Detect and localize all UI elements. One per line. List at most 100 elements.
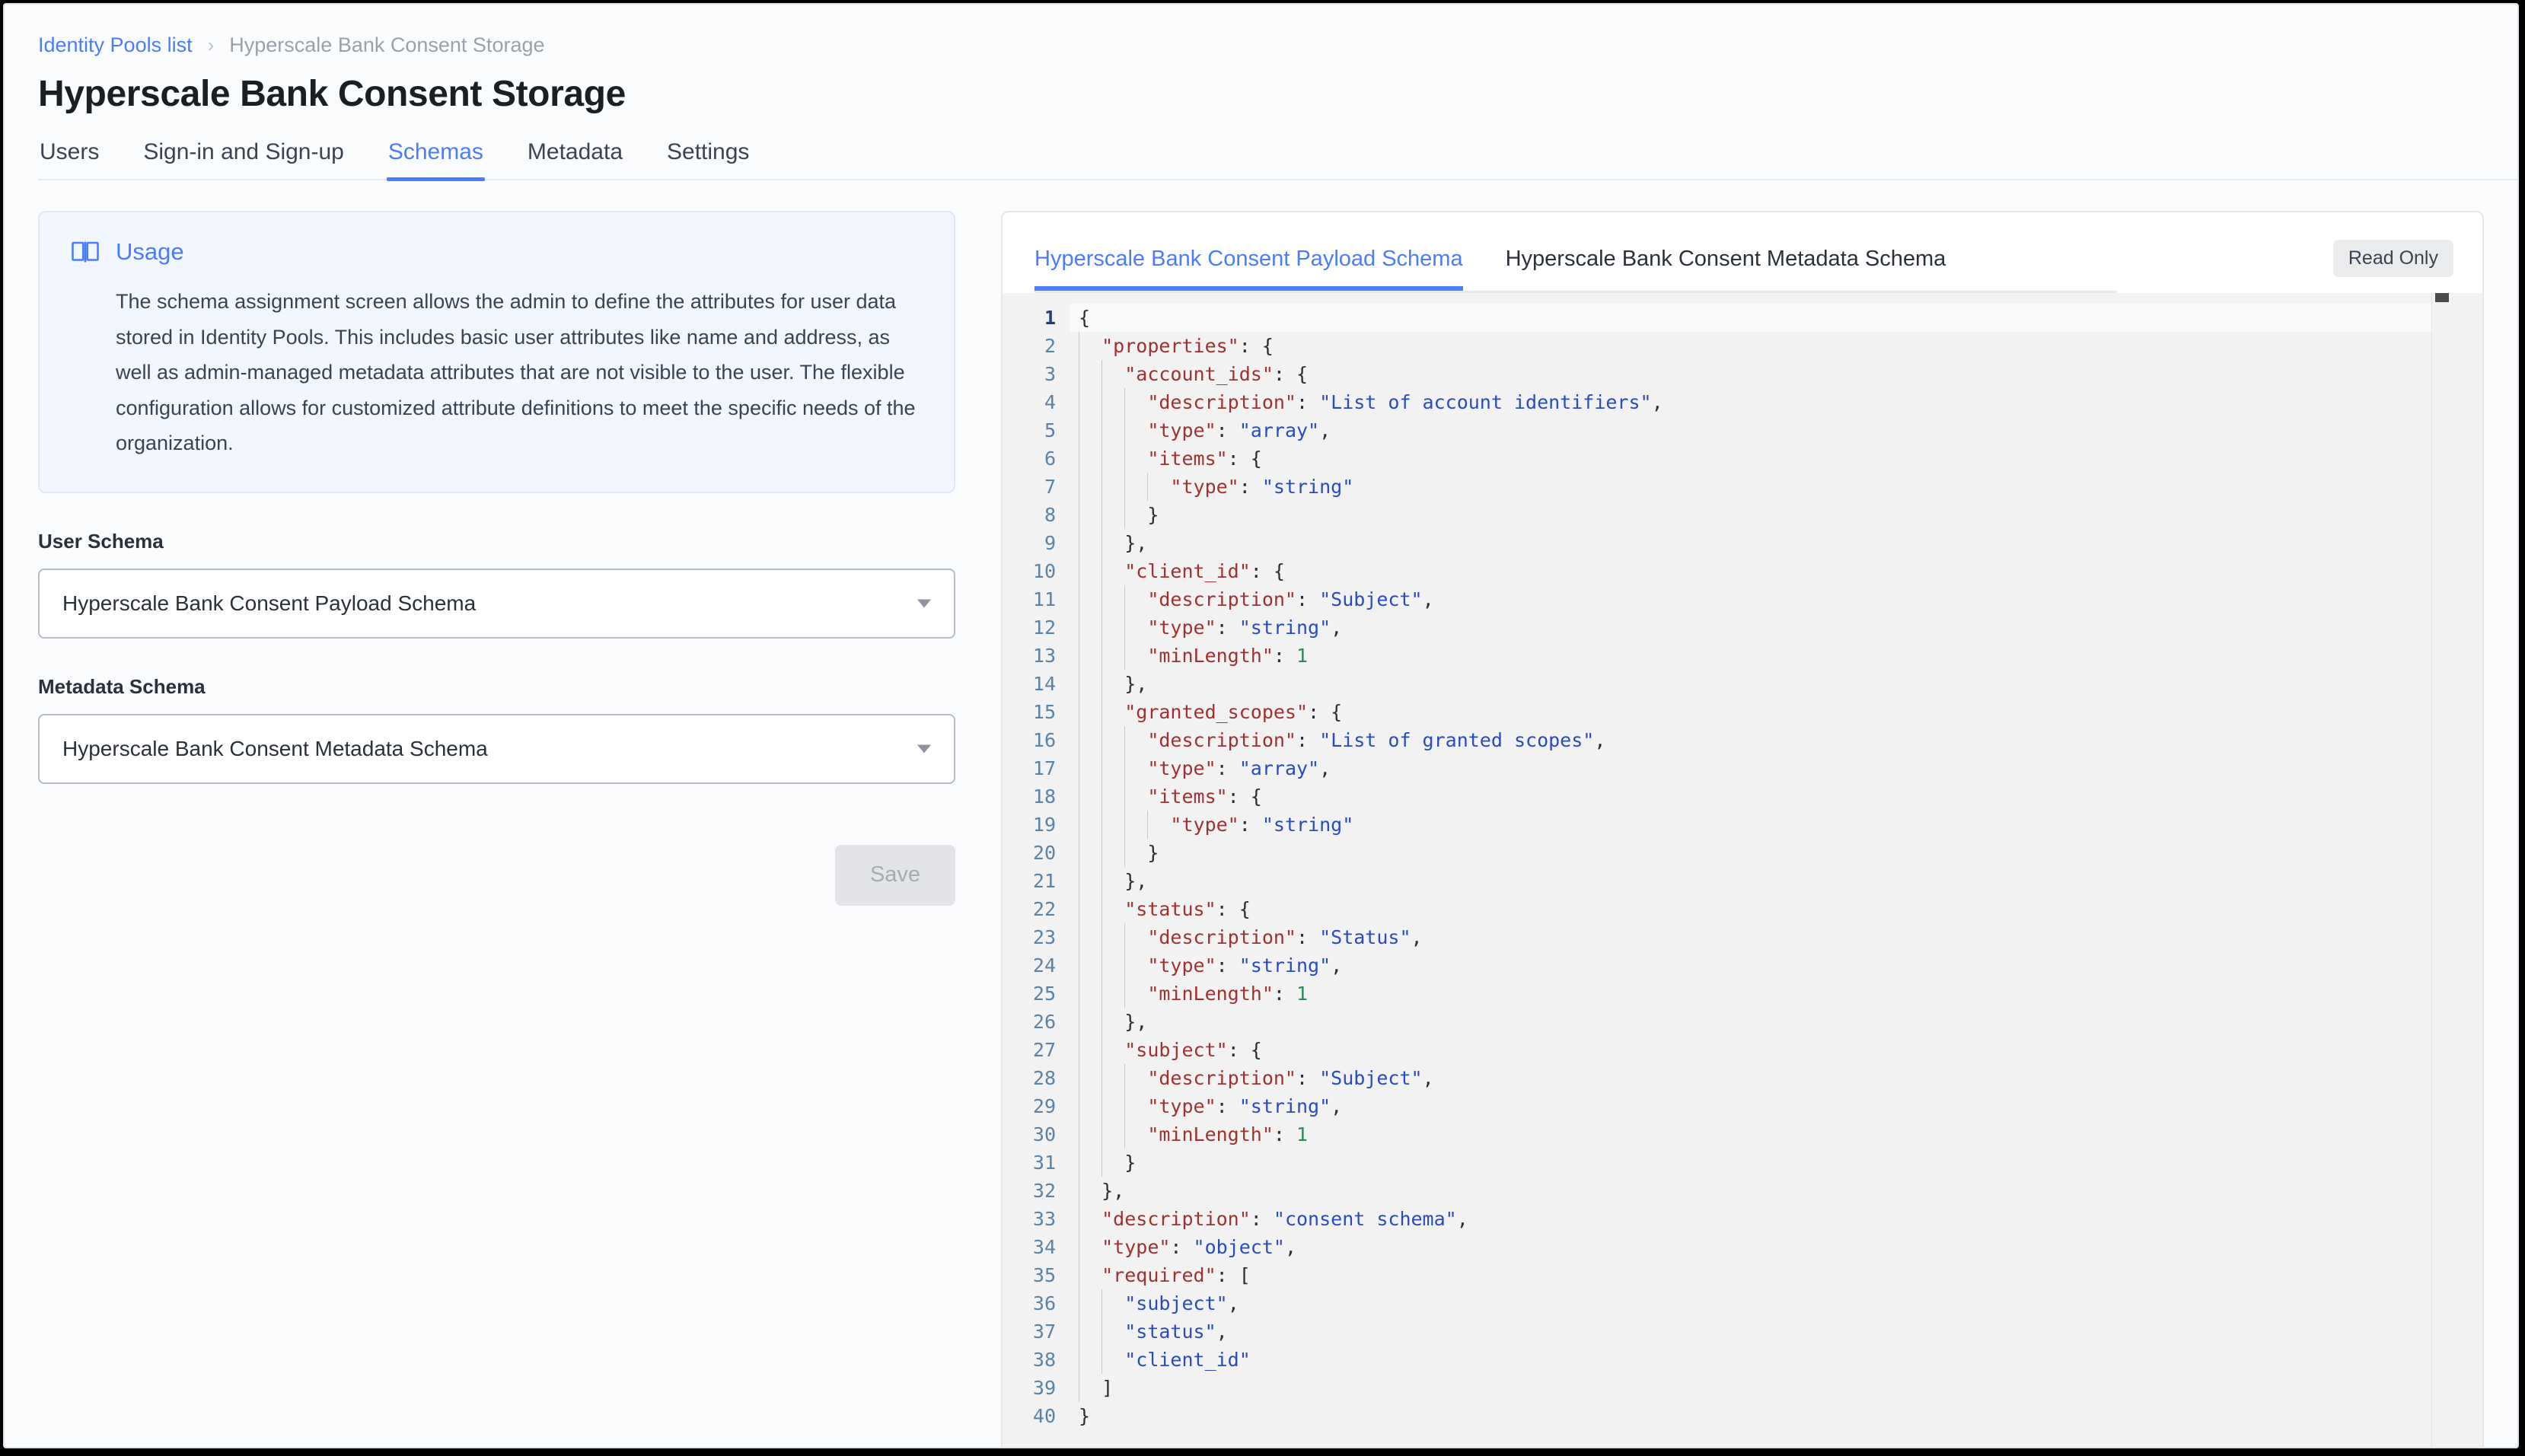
page-header: Identity Pools list › Hyperscale Bank Co… [5, 5, 2517, 182]
page-title: Hyperscale Bank Consent Storage [38, 74, 626, 114]
indent-guide [1124, 726, 1125, 755]
code-token-k: "items" [1147, 785, 1228, 808]
indent-guide [1124, 416, 1125, 445]
code-content[interactable]: { "properties": { "account_ids": { "desc… [1070, 293, 2431, 1447]
editor-tab-metadata-schema[interactable]: Hyperscale Bank Consent Metadata Schema [1506, 247, 1946, 292]
code-token-k: "account_ids" [1124, 363, 1274, 386]
code-token-s: "string" [1261, 476, 1354, 499]
line-number: 13 [1032, 645, 1056, 667]
schema-editor-panel: Hyperscale Bank Consent Payload Schema H… [1001, 211, 2484, 1447]
code-token-p: : { [1273, 363, 1309, 386]
code-line: "description": "Subject", [1070, 1064, 2431, 1093]
code-editor-inner: 1 2 3 4 5 6 7 8 9 10 11 12 13 14 15 16 17 18 19 20 21 22 23 24 2… [1003, 293, 2431, 1447]
code-token-s: "string" [1239, 616, 1331, 639]
code-token-p: } [1147, 504, 1159, 527]
code-token-p: , [1319, 757, 1331, 780]
code-token-p: ] [1101, 1377, 1114, 1400]
code-token-p: , [1422, 1067, 1434, 1090]
code-token-k: "type" [1147, 616, 1216, 639]
indent-guide [1101, 1092, 1102, 1121]
code-token-p: : [1216, 1095, 1239, 1118]
code-token-s: "Subject" [1319, 1067, 1423, 1090]
code-token-s: "array" [1239, 419, 1320, 442]
indent-guide [1101, 811, 1102, 840]
editor-tab-payload-schema[interactable]: Hyperscale Bank Consent Payload Schema [1035, 247, 1463, 292]
indent-guide [1101, 1289, 1102, 1318]
code-token-k: "type" [1170, 814, 1239, 836]
indent-guide [1101, 1346, 1102, 1375]
code-line: }, [1070, 1008, 2431, 1037]
line-number: 30 [1032, 1123, 1056, 1146]
code-token-p: , [1331, 1095, 1343, 1118]
code-token-s: "client_id" [1124, 1349, 1251, 1372]
code-line: "type": "object", [1070, 1233, 2431, 1262]
code-line: "client_id" [1070, 1346, 2431, 1375]
line-number: 10 [1032, 560, 1056, 583]
user-schema-select[interactable]: Hyperscale Bank Consent Payload Schema [38, 568, 955, 639]
code-line: ] [1070, 1374, 2431, 1403]
code-token-p: , [1411, 926, 1423, 949]
code-token-k: "description" [1147, 588, 1296, 611]
code-token-p: : { [1239, 335, 1274, 358]
line-number: 12 [1032, 616, 1056, 639]
indent-guide [1101, 1064, 1102, 1093]
app-window: Identity Pools list › Hyperscale Bank Co… [3, 3, 2519, 1448]
line-number: 6 [1044, 448, 1056, 470]
tab-sign-in-and-sign-up[interactable]: Sign-in and Sign-up [142, 139, 346, 179]
user-schema-field: User Schema Hyperscale Bank Consent Payl… [38, 530, 955, 639]
indent-guide [1124, 923, 1125, 952]
code-token-p: : [1170, 1236, 1194, 1259]
usage-header: Usage [72, 238, 922, 266]
code-token-k: "properties" [1101, 335, 1239, 358]
breadcrumb-current: Hyperscale Bank Consent Storage [229, 33, 545, 56]
line-number: 38 [1032, 1349, 1056, 1372]
tab-metadata[interactable]: Metadata [526, 139, 624, 179]
indent-guide [1147, 473, 1148, 502]
code-token-p: } [1079, 1405, 1091, 1428]
indent-guide [1101, 642, 1102, 671]
code-token-s: "status" [1124, 1321, 1216, 1343]
editor-vertical-scrollbar[interactable] [2431, 293, 2452, 1447]
code-editor[interactable]: 1 2 3 4 5 6 7 8 9 10 11 12 13 14 15 16 17 18 19 20 21 22 23 24 2… [1003, 293, 2482, 1447]
code-token-p: : [1296, 729, 1320, 752]
code-token-s: "List of account identifiers" [1319, 391, 1652, 414]
code-token-p: : [1216, 616, 1239, 639]
indent-guide [1124, 642, 1125, 671]
code-token-p: : { [1250, 560, 1285, 583]
code-token-s: "string" [1239, 954, 1331, 977]
code-token-p: { [1079, 307, 1091, 330]
code-token-p: : { [1227, 1039, 1262, 1062]
code-token-p: } [1147, 842, 1159, 865]
line-number: 36 [1032, 1292, 1056, 1315]
breadcrumb-link-identity-pools-list[interactable]: Identity Pools list [38, 35, 193, 56]
code-line: } [1070, 501, 2431, 530]
code-token-p: }, [1124, 870, 1148, 893]
code-token-k: "granted_scopes" [1124, 701, 1309, 724]
tab-users[interactable]: Users [38, 139, 100, 179]
line-number: 20 [1032, 842, 1056, 865]
indent-guide [1147, 811, 1148, 840]
page-content: Usage The schema assignment screen allow… [5, 180, 2517, 1447]
code-token-k: "description" [1147, 391, 1296, 414]
save-button[interactable]: Save [835, 844, 955, 906]
code-line: "type": "array", [1070, 754, 2431, 783]
tab-schemas[interactable]: Schemas [386, 139, 485, 182]
indent-guide [1124, 444, 1125, 473]
code-token-k: "type" [1147, 1095, 1216, 1118]
line-number: 37 [1032, 1321, 1056, 1343]
metadata-schema-select[interactable]: Hyperscale Bank Consent Metadata Schema [38, 713, 955, 784]
editor-scrollbar-thumb[interactable] [2435, 293, 2449, 303]
code-line: "subject": { [1070, 1036, 2431, 1065]
tab-settings[interactable]: Settings [665, 139, 751, 179]
line-number: 9 [1044, 532, 1056, 555]
code-line: "minLength": 1 [1070, 642, 2431, 671]
code-token-p: : [1216, 757, 1239, 780]
code-token-k: "type" [1101, 1236, 1171, 1259]
code-line: "minLength": 1 [1070, 980, 2431, 1008]
indent-guide [1101, 613, 1102, 642]
